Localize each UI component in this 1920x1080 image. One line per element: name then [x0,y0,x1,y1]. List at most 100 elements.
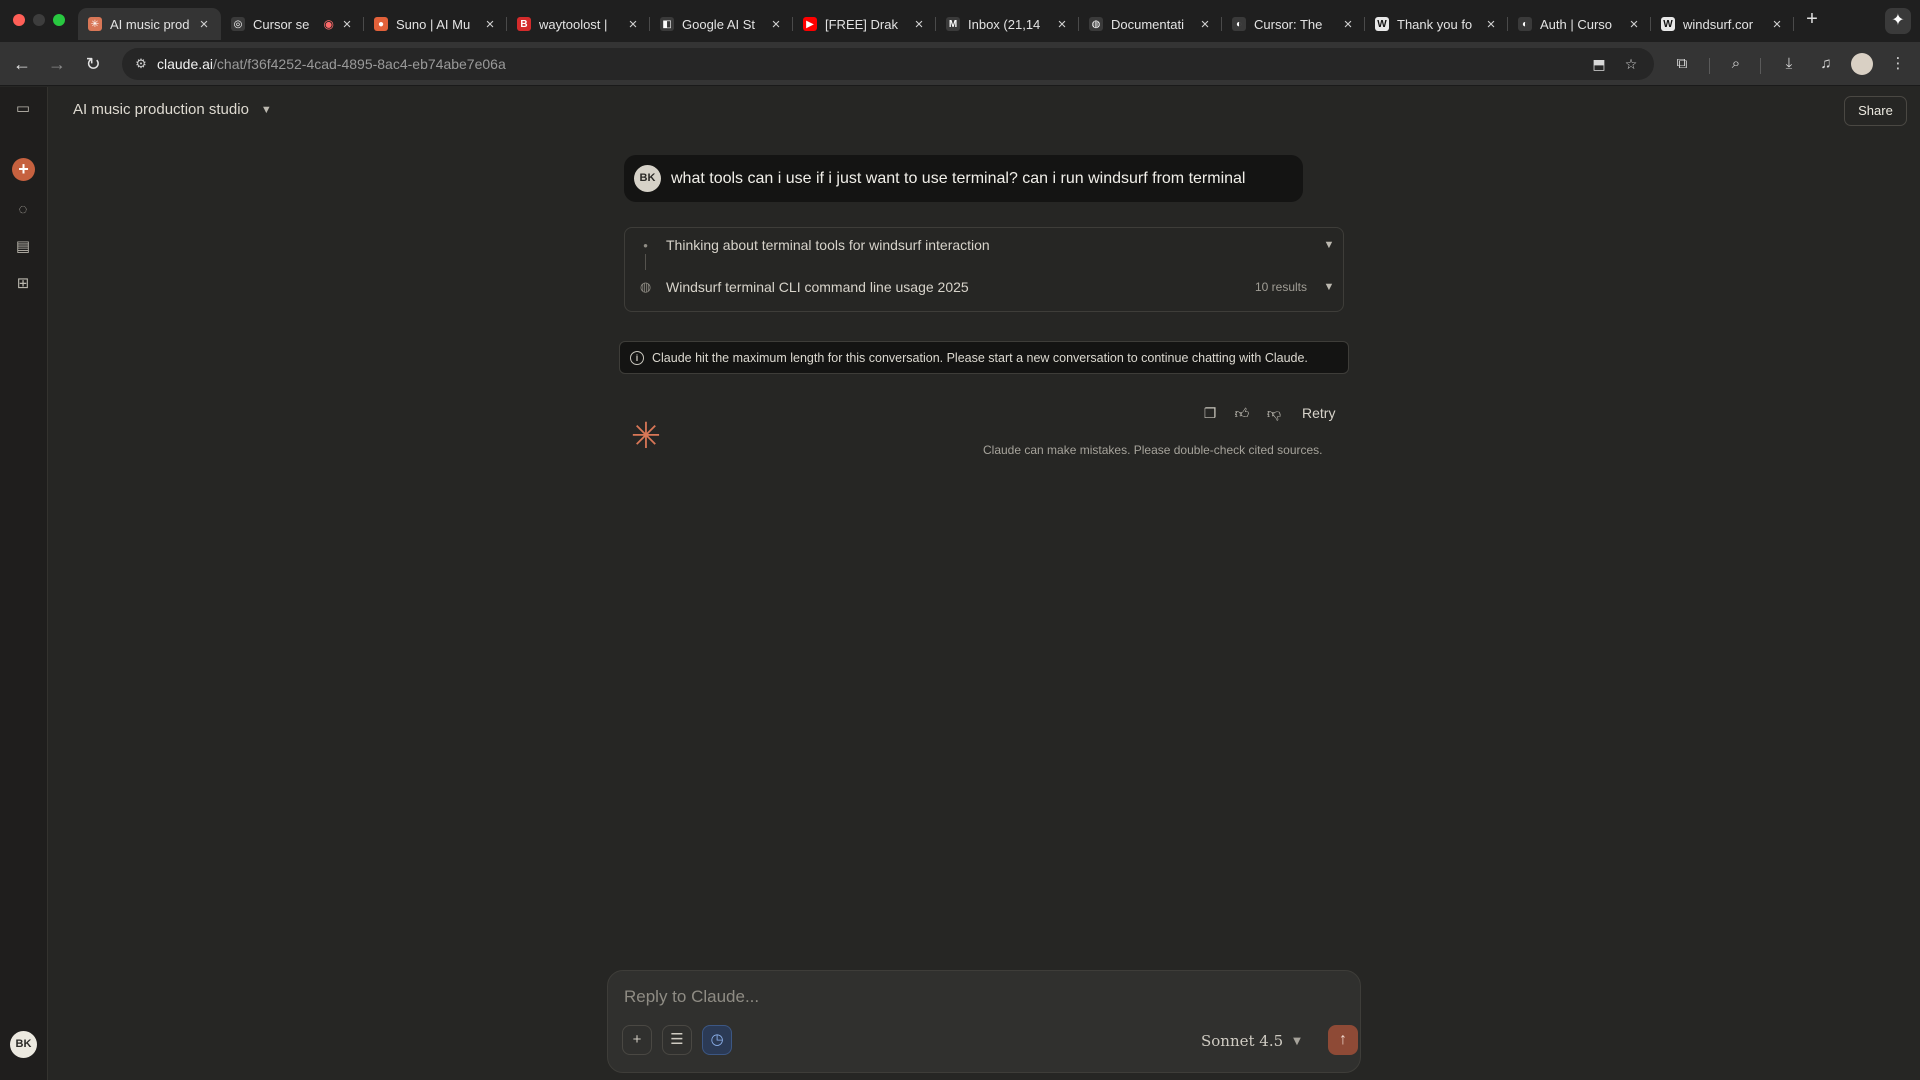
reply-input[interactable]: Reply to Claude... [624,987,759,1007]
new-chat-button[interactable]: + [12,158,35,181]
dot-icon: • [643,237,648,253]
close-tab-icon[interactable]: × [1198,16,1212,33]
back-icon[interactable]: ← [11,53,33,75]
tab-title: Documentati [1111,16,1184,32]
google-ai-studio-icon: ◧ [660,17,674,31]
browser-tab[interactable]: ● Suno | AI Mu × [364,8,507,40]
model-name: Sonnet 4.5 [1201,1032,1284,1050]
chevron-down-icon[interactable]: ▼ [1315,281,1343,293]
claude-icon: ✳ [88,17,102,31]
download-icon[interactable]: ⤓ [1778,53,1800,75]
thinking-label: Thinking about terminal tools for windsu… [666,237,990,253]
toggle-sidebar-icon[interactable]: ▭ [12,98,34,120]
media-control-icon[interactable]: ♫ [1815,53,1837,75]
bookmark-star-icon[interactable]: ☆ [1622,55,1640,73]
tools-button[interactable]: ☰ [662,1025,692,1055]
new-tab-button[interactable]: + [1800,7,1824,31]
reload-icon[interactable]: ↻ [82,53,104,75]
profile-avatar[interactable] [1851,53,1873,75]
user-avatar[interactable]: BK [10,1031,37,1058]
browser-tab[interactable]: ◐ Cursor: The × [1222,8,1365,40]
web-search-row[interactable]: ◍ Windsurf terminal CLI command line usa… [625,270,1343,304]
maximize-window-button[interactable] [53,14,65,26]
url-path: /chat/f36f4252-4cad-4895-8ac4-eb74abe7e0… [213,56,506,72]
close-tab-icon[interactable]: × [1055,16,1069,33]
thinking-panel: • Thinking about terminal tools for wind… [624,227,1344,312]
length-limit-notice: i Claude hit the maximum length for this… [619,341,1349,374]
close-tab-icon[interactable]: × [1770,16,1784,33]
thumbs-up-icon[interactable]: 👍︎ [1230,401,1254,425]
chevron-down-icon: ▼ [260,103,272,116]
cursor-icon: ◐ [1518,17,1532,31]
tab-title: Auth | Curso [1540,16,1613,32]
close-tab-icon[interactable]: × [197,16,211,33]
projects-icon[interactable]: ▤ [12,236,34,258]
tab-title: windsurf.cor [1683,16,1754,32]
browser-tab[interactable]: M Inbox (21,14 × [936,8,1079,40]
windsurf-icon: W [1375,17,1389,31]
close-tab-icon[interactable]: × [912,16,926,33]
globe-icon: ◍ [1089,17,1103,31]
more-menu-icon[interactable]: ⋮ [1887,53,1909,75]
install-app-icon[interactable]: ⬒ [1590,55,1608,73]
sidebar: ▭ + ◌ ▤ ⊞ BK [0,87,48,1080]
conversation-title[interactable]: AI music production studio ▼ [73,101,272,118]
chevron-down-icon[interactable]: ▼ [1315,239,1343,251]
thinking-row[interactable]: • Thinking about terminal tools for wind… [625,228,1343,262]
tab-separator [1793,17,1794,31]
tab-title: Google AI St [682,16,755,32]
tab-title: Cursor: The [1254,16,1323,32]
minimize-window-button[interactable] [33,14,45,26]
close-tab-icon[interactable]: × [340,16,354,33]
close-tab-icon[interactable]: × [1484,16,1498,33]
gmail-icon: M [946,17,960,31]
cursor-icon: ◎ [231,17,245,31]
browser-tab[interactable]: ◍ Documentati × [1079,8,1222,40]
extensions-icon[interactable]: ⧉ [1671,53,1693,75]
site-settings-icon[interactable]: ⚙ [132,55,150,73]
tab-search-icon[interactable]: ⌕ [1725,53,1747,75]
browser-tab[interactable]: Bwaytoolost | × [507,8,650,40]
browser-tab[interactable]: ✳ AI music prod × [78,8,221,40]
tab-title: Cursor se [253,16,310,32]
chevron-down-icon: ▼ [1293,1035,1301,1047]
disclaimer-text: Claude can make mistakes. Please double-… [983,443,1323,457]
thumbs-down-icon[interactable]: 👎︎ [1262,401,1286,425]
web-search-label: Windsurf terminal CLI command line usage… [666,279,969,295]
message-actions: ❐ 👍︎ 👎︎ Retry [1198,401,1336,425]
copy-icon[interactable]: ❐ [1198,401,1222,425]
chats-icon[interactable]: ◌ [12,199,34,221]
add-attachment-button[interactable]: + [622,1025,652,1055]
address-bar[interactable]: ⚙ claude.ai/chat/f36f4252-4cad-4895-8ac4… [122,48,1654,80]
close-tab-icon[interactable]: × [1341,16,1355,33]
browser-tab[interactable]: Wwindsurf.cor × [1651,8,1794,40]
url-host: claude.ai [157,56,214,72]
close-tab-icon[interactable]: × [769,16,783,33]
tab-list: ✳ AI music prod × ◎ Cursor se ◉ × ● Suno | AI Mu… [78,5,1860,42]
share-button[interactable]: Share [1844,96,1907,126]
user-message: BK what tools can i use if i just want t… [624,155,1303,202]
browser-tab[interactable]: ◧ Google AI St × [650,8,793,40]
artifacts-icon[interactable]: ⊞ [12,273,34,295]
close-tab-icon[interactable]: × [1627,16,1641,33]
browser-tab[interactable]: ◐ Auth | Curso × [1508,8,1651,40]
close-tab-icon[interactable]: × [483,16,497,33]
browser-tab[interactable]: W Thank you fo × [1365,8,1508,40]
browser-tab[interactable]: ▶ [FREE] Drak × [793,8,936,40]
gemini-icon[interactable]: ✦ [1885,8,1911,34]
tab-title: Suno | AI Mu [396,16,471,32]
forward-icon[interactable]: → [46,53,68,75]
send-button[interactable]: ↑ [1328,1025,1358,1055]
url-text[interactable]: claude.ai/chat/f36f4252-4cad-4895-8ac4-e… [157,56,506,72]
search-results-count: 10 results [1254,280,1307,294]
browser-tab[interactable]: ◎ Cursor se ◉ × [221,8,364,40]
model-selector[interactable]: Sonnet 4.5 ▼ [1201,1032,1301,1050]
close-tab-icon[interactable]: × [626,16,640,33]
close-window-button[interactable] [13,14,25,26]
research-toggle-button[interactable]: ◷ [702,1025,732,1055]
info-icon: i [630,350,644,365]
user-message-avatar: BK [634,165,661,192]
retry-button[interactable]: Retry [1302,405,1335,421]
globe-icon: ◍ [639,279,652,294]
conversation-title-text: AI music production studio [73,101,249,118]
